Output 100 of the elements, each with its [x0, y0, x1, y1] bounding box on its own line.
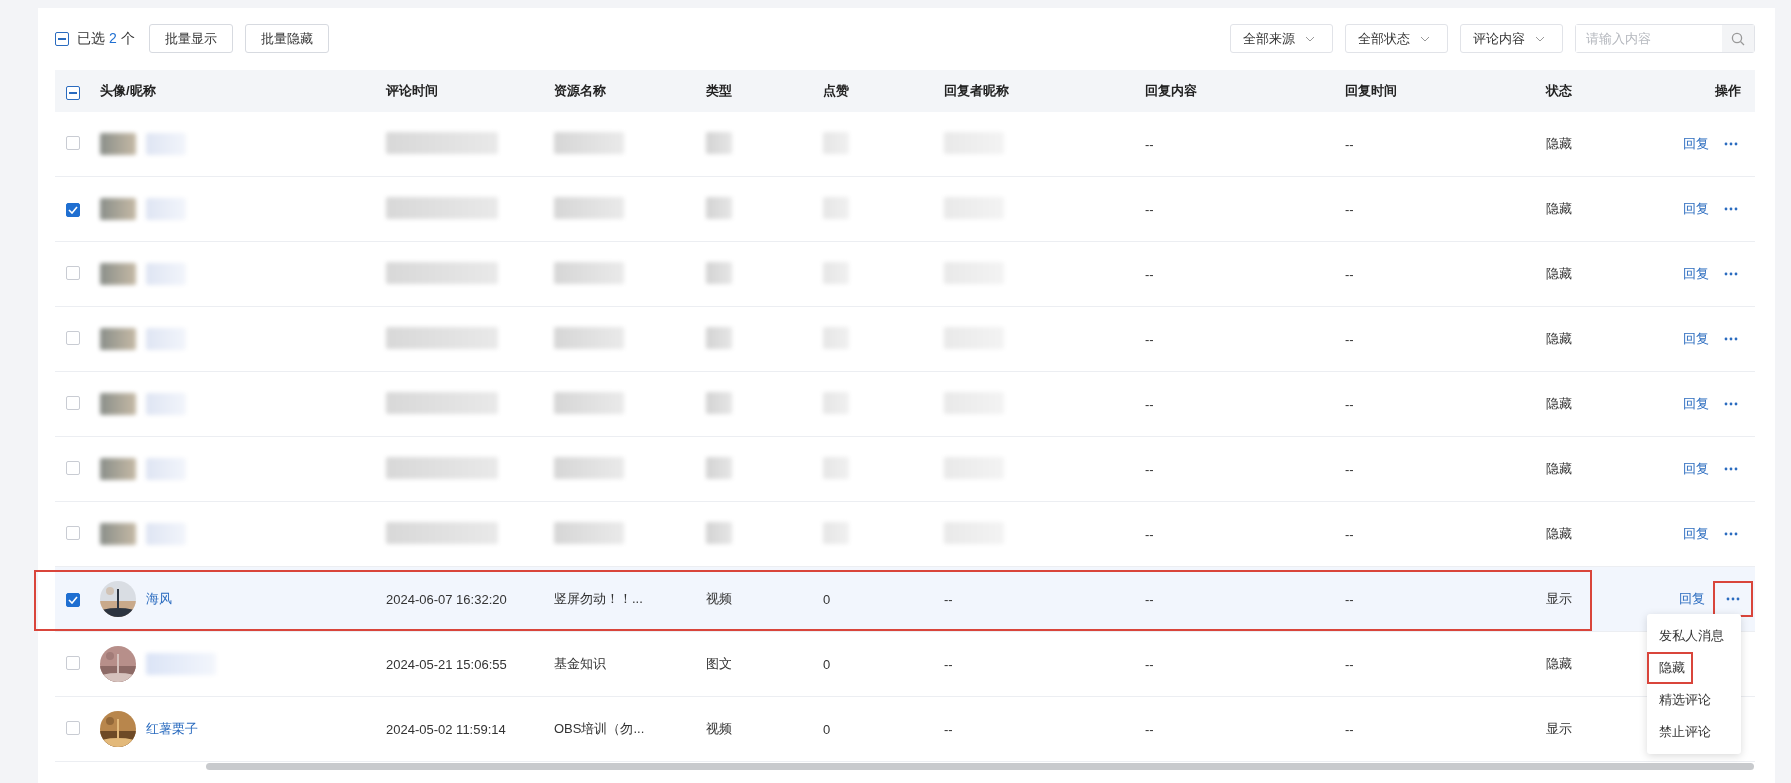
- pixelated-block: [706, 196, 732, 219]
- pixelated-block: [706, 326, 732, 349]
- status-text: 显示: [1545, 590, 1573, 608]
- like-count: 0: [822, 591, 832, 607]
- reply-link[interactable]: 回复: [1683, 395, 1709, 413]
- reply-time: --: [1344, 331, 1355, 347]
- reply-time: --: [1344, 396, 1355, 412]
- resource-name: 基金知识: [553, 655, 607, 673]
- pixelated-block: [706, 131, 732, 154]
- column-header: 点赞: [822, 82, 850, 100]
- caret-icon[interactable]: [1535, 35, 1545, 42]
- pixelated-block: [100, 263, 136, 285]
- pixelated-block: [554, 326, 624, 349]
- column-header: 类型: [705, 82, 733, 100]
- pixelated-block: [100, 393, 136, 415]
- reply-link[interactable]: 回复: [1679, 590, 1705, 608]
- status-text: 隐藏: [1545, 135, 1573, 153]
- content-type: 视频: [705, 590, 733, 608]
- replier-nickname: --: [943, 656, 954, 672]
- pixelated-block: [100, 133, 136, 155]
- table-row[interactable]: -- -- 隐藏 回复: [55, 242, 1755, 307]
- reply-link[interactable]: 回复: [1683, 200, 1709, 218]
- caret-icon[interactable]: [1305, 35, 1315, 42]
- column-header: 状态: [1544, 82, 1573, 100]
- reply-link[interactable]: 回复: [1683, 330, 1709, 348]
- checkbox[interactable]: [55, 31, 69, 46]
- pixelated-block: [554, 196, 624, 219]
- replier-nickname: --: [943, 721, 954, 737]
- pixelated-block: [100, 198, 136, 220]
- reply-time: --: [1344, 721, 1355, 737]
- reply-link[interactable]: 回复: [1683, 525, 1709, 543]
- resource-name: 竖屏勿动！！...: [553, 590, 644, 608]
- nickname-link[interactable]: 海风: [146, 590, 172, 608]
- pixelated-block: [100, 523, 136, 545]
- status-text: 隐藏: [1545, 330, 1573, 348]
- pixelated-block: [146, 198, 186, 220]
- reply-content: --: [1144, 526, 1155, 542]
- status-text: 隐藏: [1545, 200, 1573, 218]
- status-text: 隐藏: [1545, 265, 1573, 283]
- status-text: 隐藏: [1545, 460, 1573, 478]
- content-type: 视频: [705, 720, 733, 738]
- column-header: 评论时间: [385, 82, 439, 100]
- pixelated-block: [706, 456, 732, 479]
- caret-icon[interactable]: [1420, 35, 1430, 42]
- table-row[interactable]: -- -- 隐藏 回复: [55, 177, 1755, 242]
- content-type: 图文: [705, 655, 733, 673]
- pixelated-block: [146, 653, 216, 675]
- reply-time: --: [1344, 656, 1355, 672]
- filter-dropdown[interactable]: 全部来源: [1230, 24, 1333, 53]
- search-field[interactable]: 请输入内容: [1575, 24, 1755, 53]
- table-row[interactable]: -- -- 隐藏 回复: [55, 112, 1755, 177]
- pixelated-block: [146, 523, 186, 545]
- nickname-link[interactable]: 红薯栗子: [146, 720, 198, 738]
- table-row[interactable]: -- -- 隐藏 回复: [55, 437, 1755, 502]
- status-text: 隐藏: [1545, 395, 1573, 413]
- reply-link[interactable]: 回复: [1683, 460, 1709, 478]
- resource-name: OBS培训（勿...: [553, 720, 646, 738]
- pixelated-block: [100, 458, 136, 480]
- pixelated-block: [706, 391, 732, 414]
- filter-dropdown[interactable]: 全部状态: [1345, 24, 1448, 53]
- table-row[interactable]: -- -- 隐藏 回复: [55, 372, 1755, 437]
- like-count: 0: [822, 721, 832, 737]
- column-header: 头像/昵称: [99, 82, 157, 100]
- pixelated-block: [706, 261, 732, 284]
- pixelated-block: [146, 263, 186, 285]
- pixelated-block: [146, 393, 186, 415]
- pixelated-block: [554, 456, 624, 479]
- pixelated-block: [146, 458, 186, 480]
- reply-time: --: [1344, 201, 1355, 217]
- status-text: 显示: [1545, 720, 1573, 738]
- reply-content: --: [1144, 136, 1155, 152]
- comment-time: 2024-05-02 11:59:14: [385, 721, 507, 737]
- menu-item[interactable]: 隐藏: [1647, 652, 1693, 684]
- menu-item[interactable]: 禁止评论: [1647, 716, 1713, 748]
- reply-content: --: [1144, 201, 1155, 217]
- pixelated-block: [706, 521, 732, 544]
- reply-time: --: [1344, 136, 1355, 152]
- checkbox[interactable]: [66, 592, 80, 607]
- reply-content: --: [1144, 396, 1155, 412]
- replier-nickname: --: [943, 591, 954, 607]
- reply-content: --: [1144, 461, 1155, 477]
- pixelated-block: [554, 391, 624, 414]
- like-count: 0: [822, 656, 832, 672]
- column-header: 操作: [1714, 82, 1742, 100]
- batch-button[interactable]: 批量隐藏: [244, 24, 329, 53]
- checkbox[interactable]: [66, 86, 80, 100]
- filter-dropdown[interactable]: 评论内容: [1460, 24, 1563, 53]
- column-header: 资源名称: [553, 82, 607, 100]
- comment-time: 2024-06-07 16:32:20: [385, 591, 508, 607]
- reply-link[interactable]: 回复: [1683, 135, 1709, 153]
- search-icon[interactable]: [1731, 31, 1745, 46]
- checkbox[interactable]: [66, 202, 80, 217]
- reply-content: --: [1144, 656, 1155, 672]
- reply-content: --: [1144, 331, 1155, 347]
- column-header: 回复内容: [1144, 82, 1198, 100]
- reply-link[interactable]: 回复: [1683, 265, 1709, 283]
- scrollbar[interactable]: [206, 763, 1754, 770]
- table-row[interactable]: -- -- 隐藏 回复: [55, 307, 1755, 372]
- batch-button[interactable]: 批量显示: [148, 24, 233, 53]
- comment-time: 2024-05-21 15:06:55: [385, 656, 508, 672]
